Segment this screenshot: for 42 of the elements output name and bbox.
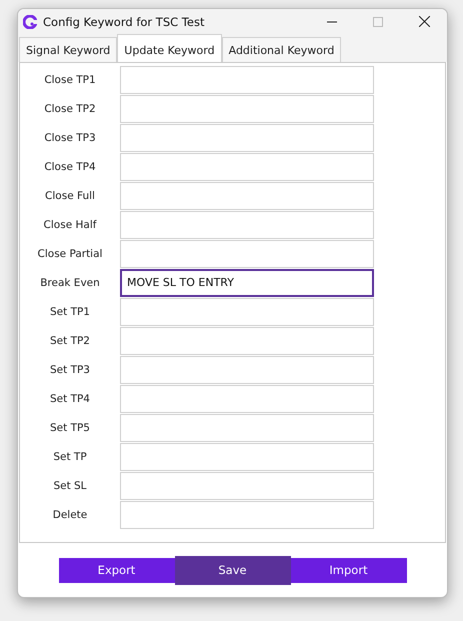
- field-label: Close TP2: [43, 102, 97, 114]
- input-field[interactable]: MOVE SL TO ENTRY: [120, 268, 374, 296]
- tab[interactable]: Update Keyword: [117, 34, 222, 62]
- input-field[interactable]: [120, 240, 374, 268]
- input-field[interactable]: [120, 210, 374, 238]
- field-label: Set TP: [52, 450, 88, 462]
- input-field[interactable]: [120, 326, 374, 354]
- field-label: Set TP4: [48, 392, 91, 404]
- input-field[interactable]: [120, 182, 374, 210]
- tab[interactable]: Signal Keyword: [19, 37, 118, 62]
- input-field[interactable]: [120, 500, 374, 528]
- input-field[interactable]: [120, 384, 374, 412]
- field-label: Close Half: [42, 218, 98, 230]
- tab[interactable]: Additional Keyword: [222, 37, 342, 62]
- input-field[interactable]: [120, 356, 374, 384]
- action-button[interactable]: Save: [174, 556, 290, 584]
- field-label: Set TP5: [48, 422, 91, 434]
- app-logo-icon: [23, 14, 37, 28]
- input-field[interactable]: [120, 442, 374, 470]
- input-field[interactable]: [120, 472, 374, 500]
- input-field[interactable]: [120, 94, 374, 122]
- input-field[interactable]: [120, 152, 374, 180]
- maximize-icon: [373, 16, 383, 26]
- input-field[interactable]: [120, 414, 374, 442]
- field-label: Close Full: [44, 190, 96, 202]
- field-label: Close TP1: [43, 74, 97, 86]
- input-field[interactable]: [120, 124, 374, 152]
- field-label: Set TP1: [48, 306, 91, 318]
- input-field[interactable]: [120, 66, 374, 94]
- field-label: Set TP2: [48, 334, 91, 346]
- field-label: Close TP4: [43, 160, 97, 172]
- action-button[interactable]: Export: [58, 558, 174, 582]
- field-label: Close Partial: [36, 248, 104, 260]
- close-icon: [418, 16, 430, 27]
- input-field[interactable]: [120, 298, 374, 326]
- field-label: Close TP3: [43, 132, 97, 144]
- window-title: Config Keyword for TSC Test: [43, 14, 206, 28]
- field-label: Set TP3: [48, 364, 91, 376]
- field-label: Delete: [52, 508, 88, 520]
- field-label: Break Even: [39, 276, 101, 288]
- field-label: Set SL: [52, 480, 88, 492]
- action-button[interactable]: Import: [290, 558, 406, 582]
